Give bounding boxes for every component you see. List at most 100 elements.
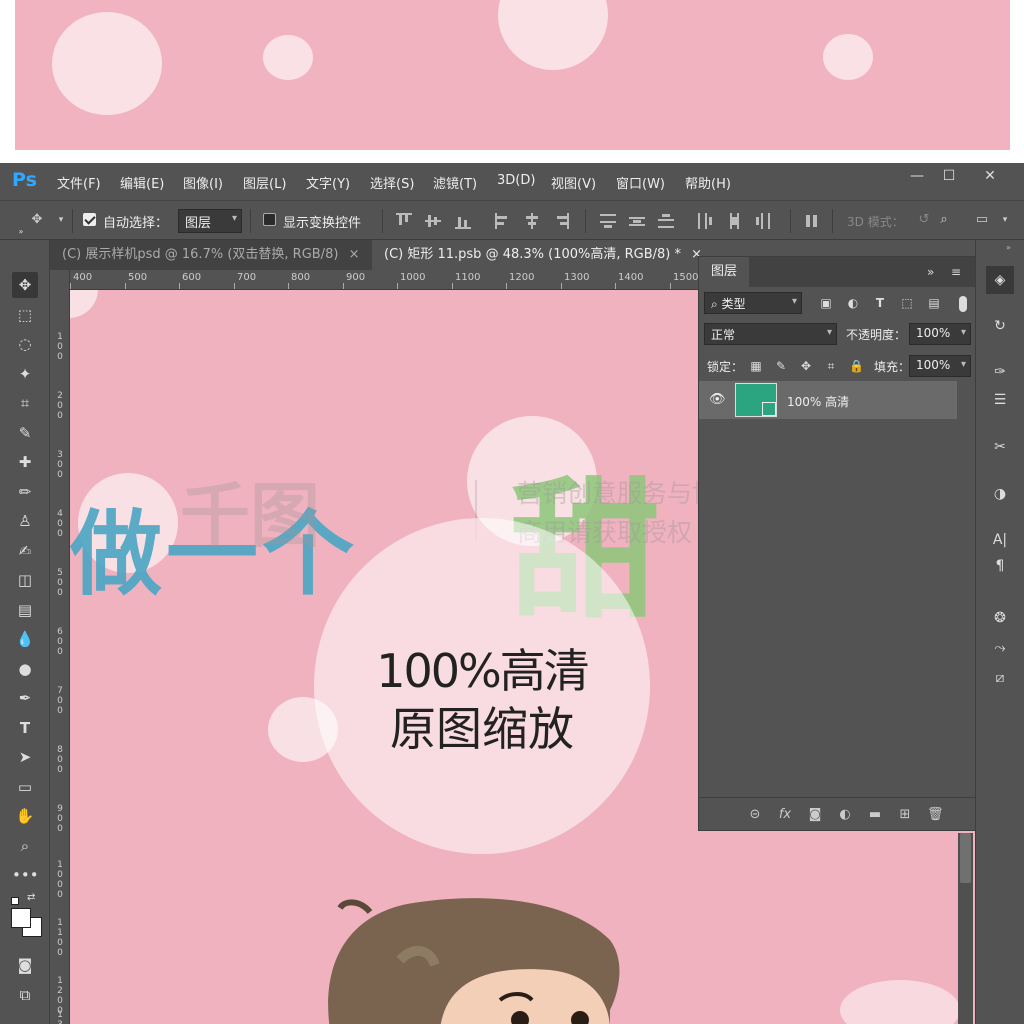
collapse-panel-icon[interactable]: »	[927, 265, 934, 279]
lock-pixels-icon[interactable]: ✎	[774, 359, 788, 373]
screen-mode-icon[interactable]: ⧉	[12, 982, 38, 1008]
eraser-tool-icon[interactable]: ◫	[12, 567, 38, 593]
crop-tool-icon[interactable]: ⌗	[12, 390, 38, 416]
menu-help[interactable]: 帮助(H)	[685, 173, 731, 192]
3d-orbit-icon[interactable]: ↺	[915, 211, 933, 229]
lock-position-icon[interactable]: ✥	[799, 359, 813, 373]
chevron-down-icon[interactable]: ▾	[52, 211, 70, 229]
align-vcenter-icon[interactable]	[425, 213, 441, 229]
filter-pixel-icon[interactable]: ▣	[819, 296, 833, 310]
auto-select-dropdown[interactable]: 图层 ▾	[178, 209, 242, 233]
show-transform-checkbox[interactable]	[263, 213, 276, 226]
history-brush-tool-icon[interactable]: ✍	[12, 538, 38, 564]
auto-select-checkbox[interactable]	[83, 213, 96, 226]
menu-filter[interactable]: 滤镜(T)	[433, 173, 477, 192]
quick-mask-icon[interactable]: ◙	[12, 952, 38, 978]
lock-all-icon[interactable]: 🔒	[849, 359, 864, 373]
maximize-button[interactable]: ☐	[934, 166, 964, 186]
close-window-button[interactable]: ✕	[975, 166, 1005, 186]
magic-wand-tool-icon[interactable]: ✦	[12, 361, 38, 387]
align-bottom-icon[interactable]	[455, 213, 471, 229]
tab-document-1[interactable]: (C) 展示样机psd @ 16.7% (双击替换, RGB/8) ×	[50, 240, 372, 270]
collapse-toolbar-icon[interactable]: »	[8, 226, 34, 238]
distribute-left-icon[interactable]	[697, 213, 713, 229]
filter-type-icon[interactable]: T	[873, 296, 887, 310]
gradient-tool-icon[interactable]: ▤	[12, 597, 38, 623]
filter-shape-icon[interactable]: ⬚	[900, 296, 914, 310]
move-tool-icon[interactable]: ✥	[12, 272, 38, 298]
default-colors-icon[interactable]	[11, 897, 19, 905]
pen-tool-icon[interactable]: ✒	[12, 685, 38, 711]
paragraph-panel-icon[interactable]: ¶	[986, 552, 1014, 580]
collapse-dock-icon[interactable]: »	[1006, 243, 1011, 252]
menu-type[interactable]: 文字(Y)	[306, 173, 350, 192]
minimize-button[interactable]: —	[902, 166, 932, 186]
marquee-tool-icon[interactable]: ⬚	[12, 302, 38, 328]
scrollbar-thumb[interactable]	[960, 833, 971, 883]
paths-panel-icon[interactable]: ⤳	[986, 634, 1014, 662]
adjustments-icon[interactable]: ◑	[986, 480, 1014, 508]
brush-settings-icon[interactable]: ✑	[986, 358, 1014, 386]
distribute-bottom-icon[interactable]	[658, 213, 674, 229]
lasso-tool-icon[interactable]: ◌	[12, 331, 38, 357]
foreground-color-swatch[interactable]	[11, 908, 31, 928]
distribute-hcenter-icon[interactable]	[726, 213, 742, 229]
rectangle-tool-icon[interactable]: ▭	[12, 774, 38, 800]
3d-panel-icon[interactable]: ⧄	[986, 664, 1014, 692]
new-layer-icon[interactable]: ⊞	[897, 807, 913, 823]
align-top-icon[interactable]	[396, 213, 412, 229]
opacity-field[interactable]: 100% ▾	[909, 323, 971, 345]
fill-field[interactable]: 100% ▾	[909, 355, 971, 377]
filter-smart-object-icon[interactable]: ▤	[927, 296, 941, 310]
brush-tool-icon[interactable]: ✏	[12, 479, 38, 505]
path-selection-tool-icon[interactable]: ➤	[12, 744, 38, 770]
clone-stamp-tool-icon[interactable]: ♙	[12, 508, 38, 534]
eye-icon[interactable]: 👁	[709, 392, 726, 407]
chevron-down-icon[interactable]: ▾	[996, 211, 1014, 229]
align-hcenter-icon[interactable]	[524, 213, 540, 229]
adjustments-slider-icon[interactable]: ☰	[986, 386, 1014, 414]
more-tools-icon[interactable]: •••	[12, 862, 39, 888]
menu-edit[interactable]: 编辑(E)	[120, 173, 164, 192]
distribute-top-icon[interactable]	[600, 213, 616, 229]
delete-layer-icon[interactable]: 🗑	[927, 807, 944, 823]
new-group-icon[interactable]: ▬	[867, 807, 883, 823]
zoom-tool-icon[interactable]: ⌕	[12, 833, 38, 859]
swap-colors-icon[interactable]: ⇄	[27, 892, 35, 903]
history-panel-icon[interactable]: ↻	[986, 312, 1014, 340]
menu-layer[interactable]: 图层(L)	[243, 173, 286, 192]
distribute-vcenter-icon[interactable]	[629, 213, 645, 229]
menu-3d[interactable]: 3D(D)	[497, 173, 535, 188]
add-mask-icon[interactable]: ◙	[807, 807, 823, 823]
workspace-icon[interactable]: ▭	[973, 211, 991, 229]
layers-panel-title[interactable]: 图层	[699, 257, 749, 287]
align-left-icon[interactable]	[495, 213, 511, 229]
layer-filter-dropdown[interactable]: ⌕ 类型 ▾	[704, 292, 802, 314]
panel-menu-icon[interactable]: ≡	[951, 265, 961, 279]
channels-panel-icon[interactable]: ❂	[986, 604, 1014, 632]
auto-align-icon[interactable]	[804, 213, 820, 229]
menu-window[interactable]: 窗口(W)	[616, 173, 665, 192]
tab-close-icon[interactable]: ×	[349, 247, 360, 262]
filter-toggle-icon[interactable]	[959, 296, 967, 312]
fx-icon[interactable]: fx	[777, 807, 793, 823]
layer-row[interactable]: 👁 100% 高清	[699, 381, 957, 419]
layers-panel-icon[interactable]: ◈	[986, 266, 1014, 294]
lock-artboard-icon[interactable]: ⌗	[824, 359, 838, 373]
menu-image[interactable]: 图像(I)	[183, 173, 223, 192]
menu-file[interactable]: 文件(F)	[57, 173, 101, 192]
new-adjustment-icon[interactable]: ◐	[837, 807, 853, 823]
healing-brush-tool-icon[interactable]: ✚	[12, 449, 38, 475]
tab-document-2[interactable]: (C) 矩形 11.psb @ 48.3% (100%高清, RGB/8) * …	[372, 240, 702, 270]
tool-presets-icon[interactable]: ✂	[986, 433, 1014, 461]
filter-adjustment-icon[interactable]: ◐	[846, 296, 860, 310]
blur-tool-icon[interactable]: 💧	[12, 626, 38, 652]
align-right-icon[interactable]	[553, 213, 569, 229]
vertical-scrollbar[interactable]	[958, 833, 973, 1024]
link-layers-icon[interactable]: ⊝	[747, 807, 763, 823]
distribute-right-icon[interactable]	[755, 213, 771, 229]
menu-view[interactable]: 视图(V)	[551, 173, 596, 192]
search-icon[interactable]: ⌕	[935, 211, 953, 229]
character-panel-icon[interactable]: A|	[986, 526, 1014, 554]
dodge-tool-icon[interactable]: ●	[12, 656, 38, 682]
